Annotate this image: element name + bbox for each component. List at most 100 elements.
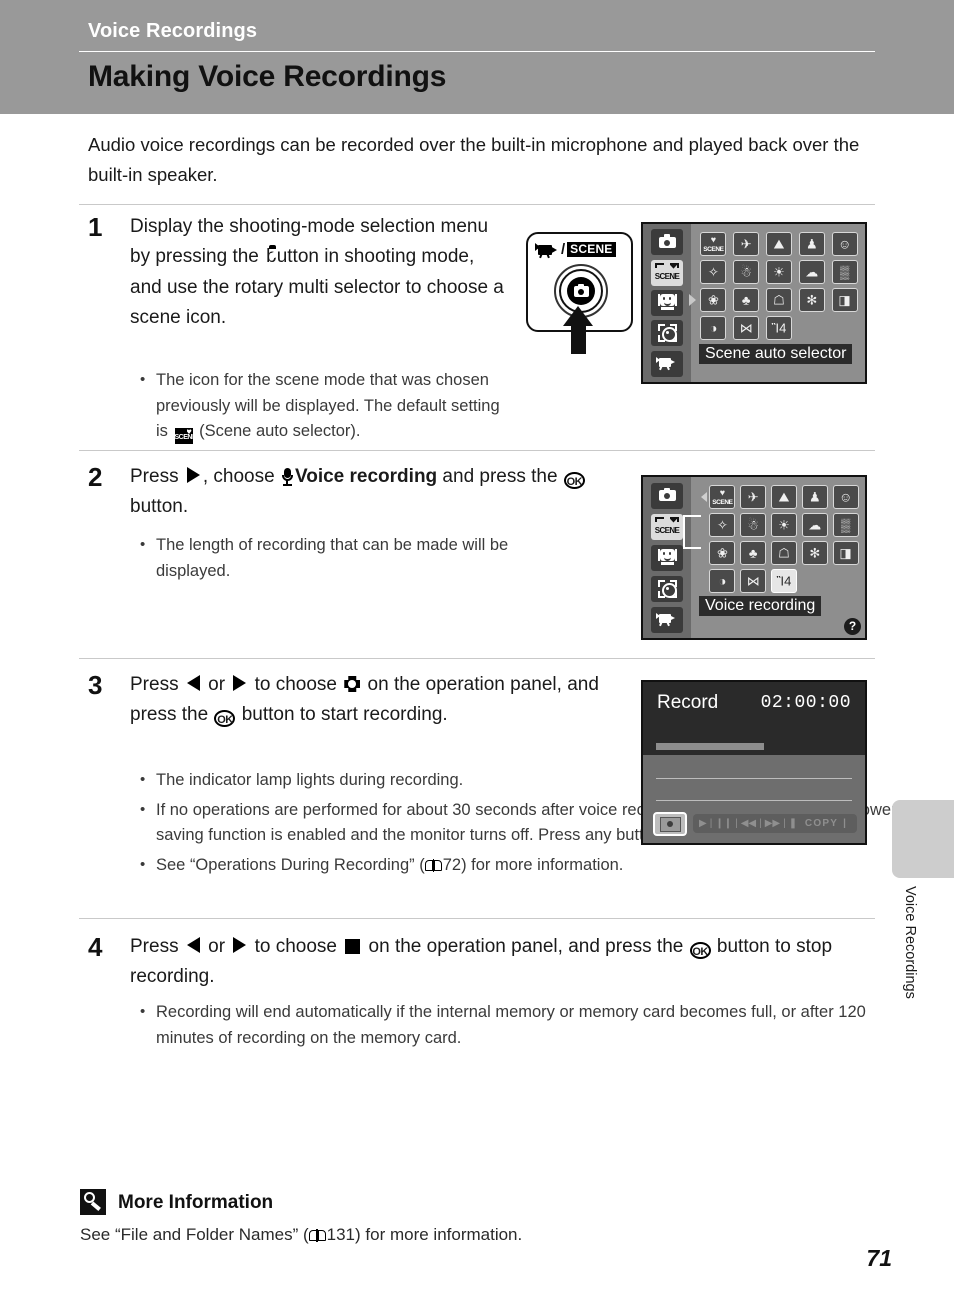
glyph: ☃: [747, 517, 760, 533]
glyph: ☃: [740, 264, 753, 280]
panorama-assist-icon[interactable]: ⋈: [740, 569, 767, 593]
night-landscape-icon[interactable]: ▒: [831, 260, 858, 284]
record-control-panel: ▶ | ❙❙ | ◀◀ | ▶▶ | ❚◀◀ | ▶▶❚ COPY|: [653, 812, 857, 836]
play-icon[interactable]: ▶: [699, 818, 707, 829]
divider: |: [759, 817, 762, 829]
right-arrow-icon: [233, 675, 247, 691]
sidebar-item-smart-portrait[interactable]: [651, 289, 683, 316]
record-button[interactable]: [653, 812, 687, 836]
record-line-1: [656, 778, 852, 779]
party-indoor-icon[interactable]: ✧: [709, 513, 736, 537]
shooting-mode-button[interactable]: [567, 277, 595, 305]
panorama-assist-icon[interactable]: ⋈: [733, 316, 760, 340]
help-icon[interactable]: ?: [844, 618, 861, 635]
up-arrow-icon: [563, 306, 593, 366]
sports-icon[interactable]: ✈: [740, 485, 767, 509]
voice-recording-icon[interactable]: Ἲ4: [770, 569, 797, 593]
pause-icon[interactable]: ❙❙: [715, 818, 732, 829]
sidebar-item-auto-mode[interactable]: [651, 229, 683, 256]
sunset-icon[interactable]: ☀: [770, 513, 797, 537]
page-title: Making Voice Recordings: [88, 60, 447, 93]
museum-icon[interactable]: ☖: [765, 288, 792, 312]
side-tab: [892, 800, 954, 878]
forward-icon[interactable]: ▶▶: [765, 818, 780, 829]
scene-icon-grid-2: SCENE ♥ ✈ ⛰ ♟ ☺ ✧ ☃ ☀ ☁ ▒ ❀ ♣ ☖ ✻ ◨ ◑ ⋈ Ἲ4: [709, 485, 859, 593]
step-4-text-part-a: Press: [130, 936, 184, 957]
divider: |: [843, 818, 848, 829]
step-2-text-part-d: and press the: [437, 466, 563, 487]
sports-action-icon[interactable]: ♟: [801, 485, 828, 509]
food-icon[interactable]: ♣: [740, 541, 767, 565]
glyph: ⋈: [746, 573, 760, 589]
glyph: ✧: [716, 517, 728, 533]
sidebar-item-scene-mode[interactable]: SCENE: [651, 513, 683, 540]
sidebar-item-movie-mode[interactable]: [651, 606, 683, 633]
section-divider-1: [79, 204, 875, 205]
backlighting-icon[interactable]: ◑: [700, 316, 727, 340]
header-section-kicker: Voice Recordings: [88, 20, 258, 42]
black-white-copy-icon[interactable]: ◨: [832, 541, 859, 565]
scene-tag: SCENE: [703, 246, 724, 253]
fireworks-icon[interactable]: ✻: [801, 541, 828, 565]
backlighting-icon[interactable]: ◑: [709, 569, 736, 593]
sidebar-item-smart-portrait[interactable]: [651, 544, 683, 571]
scene-auto-selector-icon[interactable]: SCENE ♥: [700, 232, 727, 256]
page-number: 71: [866, 1245, 892, 1271]
black-white-copy-icon[interactable]: ◨: [831, 288, 858, 312]
section-divider-2: [79, 450, 875, 451]
step-4-number: 4: [88, 932, 103, 962]
food-icon[interactable]: ♣: [733, 288, 760, 312]
glyph: ✧: [707, 264, 719, 280]
dusk-dawn-icon[interactable]: ☁: [798, 260, 825, 284]
step-3-text: Press or to choose on the operation pane…: [130, 670, 630, 729]
beach-snow-icon[interactable]: ☃: [733, 260, 760, 284]
scene-label: SCENE: [567, 242, 616, 257]
portrait-icon[interactable]: ☺: [831, 232, 858, 256]
glyph: ☀: [773, 264, 785, 280]
record-icon: [659, 816, 681, 832]
copy-button[interactable]: COPY |: [795, 814, 857, 833]
bullet-text-b: ) for more information.: [461, 855, 624, 874]
sidebar-item-scene-mode[interactable]: SCENE: [651, 259, 683, 286]
museum-icon[interactable]: ☖: [770, 541, 797, 565]
target-icon: [657, 324, 677, 343]
sidebar-item-auto-mode[interactable]: [651, 482, 683, 509]
scene-menu-screen-2: SCENE SCENE ♥ ✈ ⛰ ♟ ☺ ✧ ☃ ☀ ☁ ▒ ❀ ♣ ☖ ✻ ◨ ◑ ⋈ Ἲ4 Voice rec…: [641, 475, 867, 640]
step-2-text: Press , choose Voice recording and press…: [130, 462, 620, 521]
bullet-item: The length of recording that can be made…: [134, 532, 574, 584]
more-information-title: More Information: [118, 1192, 274, 1213]
sidebar-item-subject-tracking[interactable]: [651, 575, 683, 602]
scene-auto-selector-icon[interactable]: SCENE ♥: [709, 485, 736, 509]
bullet-text-a: See “Operations During Recording” (: [156, 855, 425, 874]
glyph: ☁: [805, 264, 819, 280]
record-line-2: [656, 800, 852, 801]
close-up-icon[interactable]: ❀: [709, 541, 736, 565]
voice-recording-icon[interactable]: Ἲ4: [765, 316, 792, 340]
step-2-text-part-e: button.: [130, 495, 189, 517]
movie-camera-icon: [656, 612, 678, 627]
camera-icon: [658, 487, 676, 501]
sunset-icon[interactable]: ☀: [765, 260, 792, 284]
landscape-icon[interactable]: ⛰: [770, 485, 797, 509]
portrait-icon[interactable]: ☺: [832, 485, 859, 509]
step-3-text-part-e: button to start recording.: [236, 703, 448, 725]
sidebar-item-movie-mode[interactable]: [651, 350, 683, 377]
landscape-icon[interactable]: ⛰: [765, 232, 792, 256]
slash-separator: /: [561, 241, 566, 258]
sports-action-icon[interactable]: ♟: [798, 232, 825, 256]
fireworks-icon[interactable]: ✻: [798, 288, 825, 312]
copy-label: COPY: [804, 818, 839, 829]
sidebar-item-subject-tracking[interactable]: [651, 320, 683, 347]
beach-snow-icon[interactable]: ☃: [740, 513, 767, 537]
dusk-dawn-icon[interactable]: ☁: [801, 513, 828, 537]
sports-icon[interactable]: ✈: [733, 232, 760, 256]
button-figure-labels: / SCENE: [535, 241, 616, 258]
glyph: ⛰: [773, 236, 785, 252]
night-landscape-icon[interactable]: ▒: [832, 513, 859, 537]
rewind-icon[interactable]: ◀◀: [741, 818, 756, 829]
section-divider-3: [79, 658, 875, 659]
step-4-text: Press or to choose on the operation pane…: [130, 932, 878, 991]
close-up-icon[interactable]: ❀: [700, 288, 727, 312]
party-indoor-icon[interactable]: ✧: [700, 260, 727, 284]
glyph: ♟: [808, 489, 821, 505]
